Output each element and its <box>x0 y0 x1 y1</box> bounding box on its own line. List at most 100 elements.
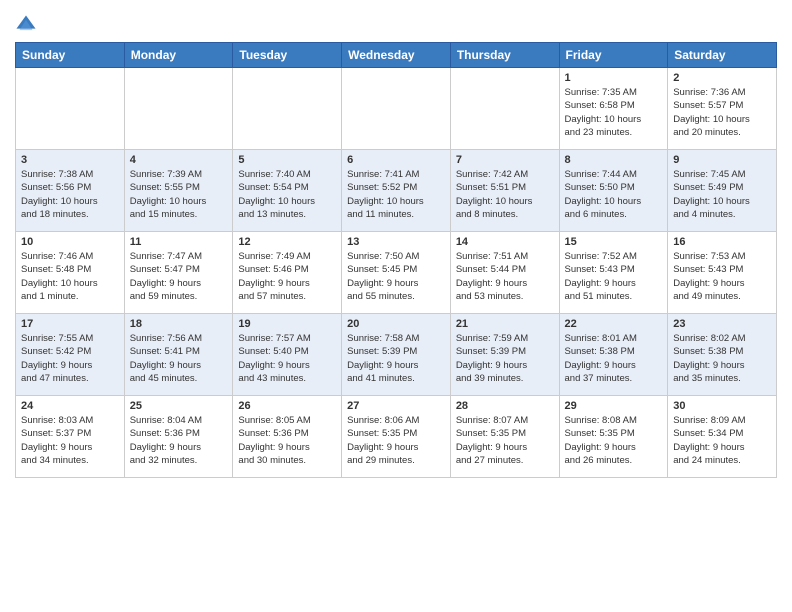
day-info: Sunrise: 7:58 AMSunset: 5:39 PMDaylight:… <box>347 332 445 385</box>
day-number: 24 <box>21 400 119 412</box>
day-info: Sunrise: 8:04 AMSunset: 5:36 PMDaylight:… <box>130 414 228 467</box>
day-number: 20 <box>347 318 445 330</box>
day-info: Sunrise: 7:40 AMSunset: 5:54 PMDaylight:… <box>238 168 336 221</box>
day-cell <box>450 68 559 150</box>
day-cell <box>124 68 233 150</box>
calendar-page: SundayMondayTuesdayWednesdayThursdayFrid… <box>0 0 792 493</box>
day-info: Sunrise: 7:50 AMSunset: 5:45 PMDaylight:… <box>347 250 445 303</box>
day-info: Sunrise: 7:39 AMSunset: 5:55 PMDaylight:… <box>130 168 228 221</box>
day-info: Sunrise: 8:01 AMSunset: 5:38 PMDaylight:… <box>565 332 663 385</box>
logo-icon <box>15 14 37 36</box>
day-number: 23 <box>673 318 771 330</box>
week-row-5: 24 Sunrise: 8:03 AMSunset: 5:37 PMDayligh… <box>16 396 777 478</box>
day-cell: 21Sunrise: 7:59 AMSunset: 5:39 PMDayligh… <box>450 314 559 396</box>
day-info: Sunrise: 8:07 AMSunset: 5:35 PMDaylight:… <box>456 414 554 467</box>
day-number: 13 <box>347 236 445 248</box>
day-info: Sunrise: 8:09 AMSunset: 5:34 PMDaylight:… <box>673 414 771 467</box>
day-cell: 2 Sunrise: 7:36 AMSunset: 5:57 PMDaylight… <box>668 68 777 150</box>
day-number: 18 <box>130 318 228 330</box>
day-info: Sunrise: 7:53 AMSunset: 5:43 PMDaylight:… <box>673 250 771 303</box>
calendar-table: SundayMondayTuesdayWednesdayThursdayFrid… <box>15 42 777 478</box>
weekday-header-saturday: Saturday <box>668 43 777 68</box>
weekday-header-friday: Friday <box>559 43 668 68</box>
day-cell: 24 Sunrise: 8:03 AMSunset: 5:37 PMDayligh… <box>16 396 125 478</box>
day-cell: 7 Sunrise: 7:42 AMSunset: 5:51 PMDaylight… <box>450 150 559 232</box>
day-cell: 25 Sunrise: 8:04 AMSunset: 5:36 PMDayligh… <box>124 396 233 478</box>
day-number: 27 <box>347 400 445 412</box>
day-cell: 20 Sunrise: 7:58 AMSunset: 5:39 PMDayligh… <box>342 314 451 396</box>
day-cell: 19 Sunrise: 7:57 AMSunset: 5:40 PMDayligh… <box>233 314 342 396</box>
day-number: 8 <box>565 154 663 166</box>
day-info: Sunrise: 7:44 AMSunset: 5:50 PMDaylight:… <box>565 168 663 221</box>
weekday-header-sunday: Sunday <box>16 43 125 68</box>
day-cell: 1Sunrise: 7:35 AMSunset: 6:58 PMDaylight… <box>559 68 668 150</box>
day-cell: 18 Sunrise: 7:56 AMSunset: 5:41 PMDayligh… <box>124 314 233 396</box>
day-cell: 12 Sunrise: 7:49 AMSunset: 5:46 PMDayligh… <box>233 232 342 314</box>
day-number: 17 <box>21 318 119 330</box>
day-cell: 29 Sunrise: 8:08 AMSunset: 5:35 PMDayligh… <box>559 396 668 478</box>
week-row-4: 17 Sunrise: 7:55 AMSunset: 5:42 PMDayligh… <box>16 314 777 396</box>
day-number: 22 <box>565 318 663 330</box>
week-row-1: 1Sunrise: 7:35 AMSunset: 6:58 PMDaylight… <box>16 68 777 150</box>
day-cell: 5Sunrise: 7:40 AMSunset: 5:54 PMDaylight… <box>233 150 342 232</box>
week-row-2: 3 Sunrise: 7:38 AMSunset: 5:56 PMDaylight… <box>16 150 777 232</box>
day-info: Sunrise: 7:38 AMSunset: 5:56 PMDaylight:… <box>21 168 119 221</box>
day-number: 15 <box>565 236 663 248</box>
day-number: 7 <box>456 154 554 166</box>
day-cell <box>342 68 451 150</box>
day-info: Sunrise: 8:06 AMSunset: 5:35 PMDaylight:… <box>347 414 445 467</box>
day-cell: 10 Sunrise: 7:46 AMSunset: 5:48 PMDayligh… <box>16 232 125 314</box>
day-number: 10 <box>21 236 119 248</box>
day-cell: 8 Sunrise: 7:44 AMSunset: 5:50 PMDaylight… <box>559 150 668 232</box>
day-number: 25 <box>130 400 228 412</box>
day-cell: 11Sunrise: 7:47 AMSunset: 5:47 PMDayligh… <box>124 232 233 314</box>
day-cell: 15 Sunrise: 7:52 AMSunset: 5:43 PMDayligh… <box>559 232 668 314</box>
day-cell: 4 Sunrise: 7:39 AMSunset: 5:55 PMDaylight… <box>124 150 233 232</box>
day-number: 14 <box>456 236 554 248</box>
day-number: 29 <box>565 400 663 412</box>
weekday-header-tuesday: Tuesday <box>233 43 342 68</box>
weekday-header-wednesday: Wednesday <box>342 43 451 68</box>
day-info: Sunrise: 7:41 AMSunset: 5:52 PMDaylight:… <box>347 168 445 221</box>
day-info: Sunrise: 7:42 AMSunset: 5:51 PMDaylight:… <box>456 168 554 221</box>
day-info: Sunrise: 7:35 AMSunset: 6:58 PMDaylight:… <box>565 86 663 139</box>
day-info: Sunrise: 7:47 AMSunset: 5:47 PMDaylight:… <box>130 250 228 303</box>
day-number: 19 <box>238 318 336 330</box>
day-number: 9 <box>673 154 771 166</box>
header <box>15 10 777 36</box>
day-info: Sunrise: 7:52 AMSunset: 5:43 PMDaylight:… <box>565 250 663 303</box>
day-cell: 9Sunrise: 7:45 AMSunset: 5:49 PMDaylight… <box>668 150 777 232</box>
weekday-header-thursday: Thursday <box>450 43 559 68</box>
day-info: Sunrise: 8:02 AMSunset: 5:38 PMDaylight:… <box>673 332 771 385</box>
day-cell: 30 Sunrise: 8:09 AMSunset: 5:34 PMDayligh… <box>668 396 777 478</box>
day-cell: 22 Sunrise: 8:01 AMSunset: 5:38 PMDayligh… <box>559 314 668 396</box>
day-info: Sunrise: 7:56 AMSunset: 5:41 PMDaylight:… <box>130 332 228 385</box>
day-number: 4 <box>130 154 228 166</box>
day-number: 30 <box>673 400 771 412</box>
day-info: Sunrise: 7:57 AMSunset: 5:40 PMDaylight:… <box>238 332 336 385</box>
day-cell: 23 Sunrise: 8:02 AMSunset: 5:38 PMDayligh… <box>668 314 777 396</box>
day-info: Sunrise: 8:03 AMSunset: 5:37 PMDaylight:… <box>21 414 119 467</box>
day-cell: 6 Sunrise: 7:41 AMSunset: 5:52 PMDaylight… <box>342 150 451 232</box>
day-cell <box>233 68 342 150</box>
day-info: Sunrise: 8:05 AMSunset: 5:36 PMDaylight:… <box>238 414 336 467</box>
day-cell: 28 Sunrise: 8:07 AMSunset: 5:35 PMDayligh… <box>450 396 559 478</box>
day-cell <box>16 68 125 150</box>
day-info: Sunrise: 7:46 AMSunset: 5:48 PMDaylight:… <box>21 250 119 303</box>
weekday-header-row: SundayMondayTuesdayWednesdayThursdayFrid… <box>16 43 777 68</box>
day-info: Sunrise: 7:55 AMSunset: 5:42 PMDaylight:… <box>21 332 119 385</box>
day-cell: 27 Sunrise: 8:06 AMSunset: 5:35 PMDayligh… <box>342 396 451 478</box>
day-number: 2 <box>673 72 771 84</box>
day-info: Sunrise: 7:49 AMSunset: 5:46 PMDaylight:… <box>238 250 336 303</box>
day-number: 6 <box>347 154 445 166</box>
day-number: 16 <box>673 236 771 248</box>
day-number: 28 <box>456 400 554 412</box>
day-number: 12 <box>238 236 336 248</box>
day-info: Sunrise: 7:59 AMSunset: 5:39 PMDaylight:… <box>456 332 554 385</box>
day-cell: 14 Sunrise: 7:51 AMSunset: 5:44 PMDayligh… <box>450 232 559 314</box>
day-info: Sunrise: 7:51 AMSunset: 5:44 PMDaylight:… <box>456 250 554 303</box>
day-info: Sunrise: 7:36 AMSunset: 5:57 PMDaylight:… <box>673 86 771 139</box>
day-info: Sunrise: 8:08 AMSunset: 5:35 PMDaylight:… <box>565 414 663 467</box>
day-cell: 13 Sunrise: 7:50 AMSunset: 5:45 PMDayligh… <box>342 232 451 314</box>
day-number: 3 <box>21 154 119 166</box>
